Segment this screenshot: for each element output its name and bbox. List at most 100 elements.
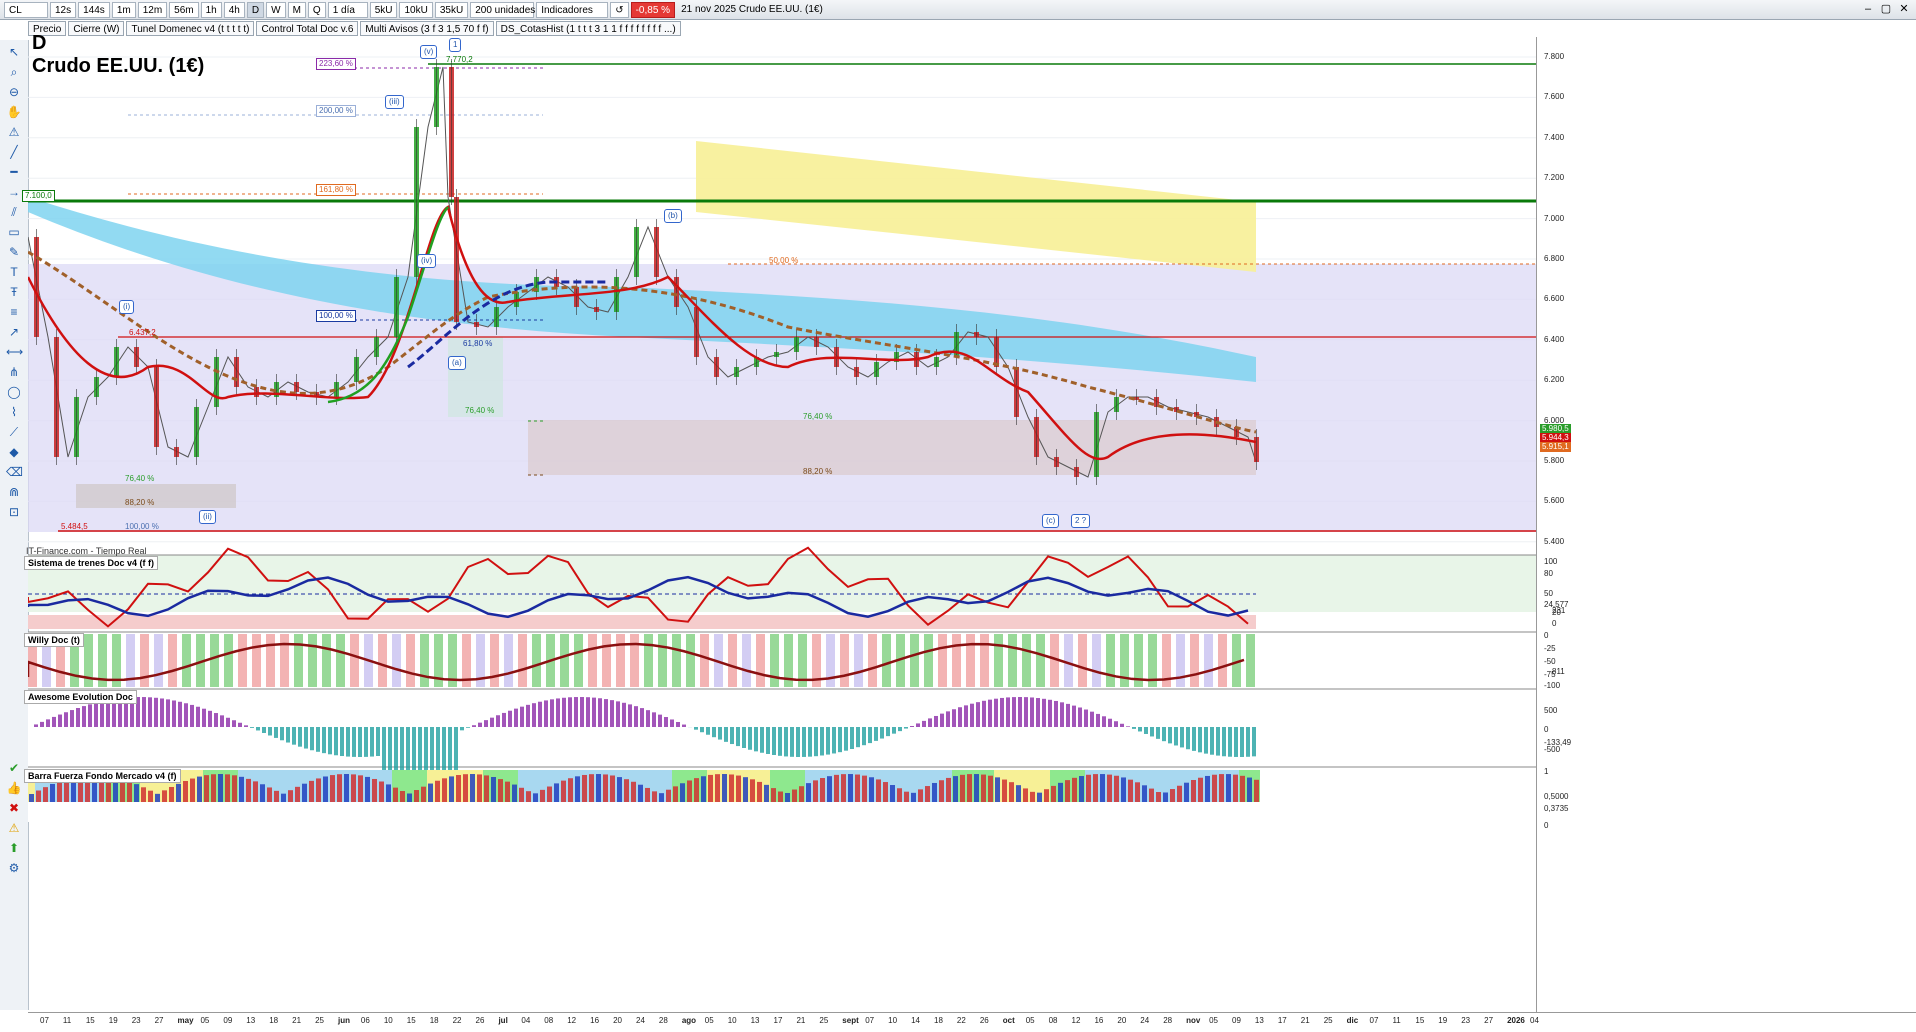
willy-bar [210, 634, 219, 687]
barra-bar [1121, 777, 1126, 802]
text-box-icon[interactable]: Ŧ [6, 284, 22, 300]
osc-tick: 231 [1552, 606, 1565, 615]
wave-label[interactable]: (i) [119, 300, 134, 314]
unit-button[interactable]: 10kU [399, 2, 432, 18]
up-arrow-icon[interactable]: ⬆ [6, 840, 22, 856]
maximize-icon[interactable]: ▢ [1878, 2, 1894, 16]
arrow-icon[interactable]: ↗ [6, 324, 22, 340]
check-icon[interactable]: ✔ [6, 760, 22, 776]
barra-bar [666, 790, 671, 802]
trend-icon[interactable]: ⟋ [6, 424, 22, 440]
wave-label[interactable]: (b) [664, 209, 682, 223]
timeframe-button[interactable]: D [247, 2, 264, 18]
time-axis[interactable] [28, 1012, 1916, 1032]
chart-area[interactable] [28, 37, 1536, 1012]
interval-selector[interactable]: 1 día [328, 2, 368, 18]
wave-label[interactable]: (iii) [385, 95, 404, 109]
awesome-bar [940, 714, 944, 727]
lock-icon[interactable]: ⊡ [6, 504, 22, 520]
rectangle-icon[interactable]: ▭ [6, 224, 22, 240]
willy-bar [924, 634, 933, 687]
willy-bar [308, 634, 317, 687]
indicator-tab[interactable]: Multi Avisos (3 f 3 1,5 70 f f) [360, 21, 493, 36]
time-tick: sept [842, 1016, 858, 1025]
channel-icon[interactable]: ⫽ [6, 204, 22, 220]
timeframe-button[interactable]: 12s [50, 2, 76, 18]
awesome-bar [856, 727, 860, 747]
pen-icon[interactable]: ✎ [6, 244, 22, 260]
indicator-tab[interactable]: Control Total Doc v.6 [256, 21, 358, 36]
marker-icon[interactable]: ◆ [6, 444, 22, 460]
awesome-bar [1024, 697, 1028, 727]
willy-bar [770, 634, 779, 687]
timeframe-button[interactable]: 1h [201, 2, 222, 18]
wave-label[interactable]: 2 ? [1071, 514, 1090, 528]
ray-icon[interactable]: → [6, 184, 22, 200]
eraser-icon[interactable]: ⌫ [6, 464, 22, 480]
timeframe-button[interactable]: 12m [138, 2, 167, 18]
text-icon[interactable]: T [6, 264, 22, 280]
wave-label[interactable]: (a) [448, 356, 466, 370]
polyline-icon[interactable]: ⌇ [6, 404, 22, 420]
timeframe-button[interactable]: 1m [112, 2, 136, 18]
awesome-bar [982, 701, 986, 727]
thumbs-up-icon[interactable]: 👍 [6, 780, 22, 796]
timeframe-button[interactable]: 4h [224, 2, 245, 18]
panel-title-trenes[interactable]: Sistema de trenes Doc v4 (f f) [24, 556, 158, 570]
cursor-icon[interactable]: ↖ [6, 44, 22, 60]
timeframe-button[interactable]: 144s [78, 2, 110, 18]
time-tick: 07 [865, 1016, 874, 1025]
close-icon[interactable]: ✕ [1896, 2, 1912, 16]
measure-icon[interactable]: ⟷ [6, 344, 22, 360]
history-icon[interactable]: ↺ [610, 2, 628, 18]
barra-bar [337, 774, 342, 802]
barra-bar [792, 790, 797, 802]
indicators-button[interactable]: Indicadores [536, 2, 608, 18]
unit-group: 5kU10kU35kU [370, 2, 469, 18]
barra-bar [512, 785, 517, 802]
timeframe-button[interactable]: Q [308, 2, 326, 18]
pitchfork-icon[interactable]: ⋔ [6, 364, 22, 380]
alert-icon[interactable]: ⚠ [6, 124, 22, 140]
awesome-bar [646, 710, 650, 727]
wave-label[interactable]: (iv) [417, 254, 436, 268]
magnet-icon[interactable]: ⋒ [6, 484, 22, 500]
warning-icon[interactable]: ⚠ [6, 820, 22, 836]
indicator-tab[interactable]: Tunel Domenec v4 (t t t t t) [126, 21, 254, 36]
awesome-bar [892, 727, 896, 734]
awesome-bar [94, 703, 98, 727]
quantity-selector[interactable]: 200 unidades [470, 2, 534, 18]
zoom-icon[interactable]: ⌕ [6, 64, 22, 80]
awesome-bar [370, 727, 374, 757]
timeframe-button[interactable]: M [288, 2, 306, 18]
ellipse-icon[interactable]: ◯ [6, 384, 22, 400]
zoom-out-icon[interactable]: ⊖ [6, 84, 22, 100]
wave-label[interactable]: 1 [449, 38, 461, 52]
timeframe-button[interactable]: 56m [169, 2, 198, 18]
indicator-tab[interactable]: Cierre (W) [68, 21, 124, 36]
unit-button[interactable]: 35kU [435, 2, 468, 18]
hline-icon[interactable]: ━ [6, 164, 22, 180]
wave-label[interactable]: (c) [1042, 514, 1059, 528]
awesome-bar [1162, 727, 1166, 741]
panel-title-barra[interactable]: Barra Fuerza Fondo Mercado v4 (f) [24, 769, 181, 783]
barra-bar [1030, 792, 1035, 802]
unit-button[interactable]: 5kU [370, 2, 398, 18]
line-icon[interactable]: ╱ [6, 144, 22, 160]
wave-label[interactable]: (ii) [199, 510, 216, 524]
indicator-tab[interactable]: DS_CotasHist (1 t t t 3 1 1 f f f f f f … [496, 21, 681, 36]
cross-icon[interactable]: ✖ [6, 800, 22, 816]
price-axis[interactable] [1536, 37, 1916, 1012]
willy-bar [350, 634, 359, 687]
fib-icon[interactable]: ≡ [6, 304, 22, 320]
minimize-icon[interactable]: – [1860, 2, 1876, 16]
hand-icon[interactable]: ✋ [6, 104, 22, 120]
time-tick: 18 [430, 1016, 439, 1025]
symbol-selector[interactable]: CL [4, 2, 48, 18]
timeframe-button[interactable]: W [266, 2, 285, 18]
wave-label[interactable]: (v) [420, 45, 437, 59]
settings-icon[interactable]: ⚙ [6, 860, 22, 876]
panel-title-awesome[interactable]: Awesome Evolution Doc [24, 690, 137, 704]
willy-bar [602, 634, 611, 687]
panel-title-willy[interactable]: Willy Doc (t) [24, 633, 84, 647]
